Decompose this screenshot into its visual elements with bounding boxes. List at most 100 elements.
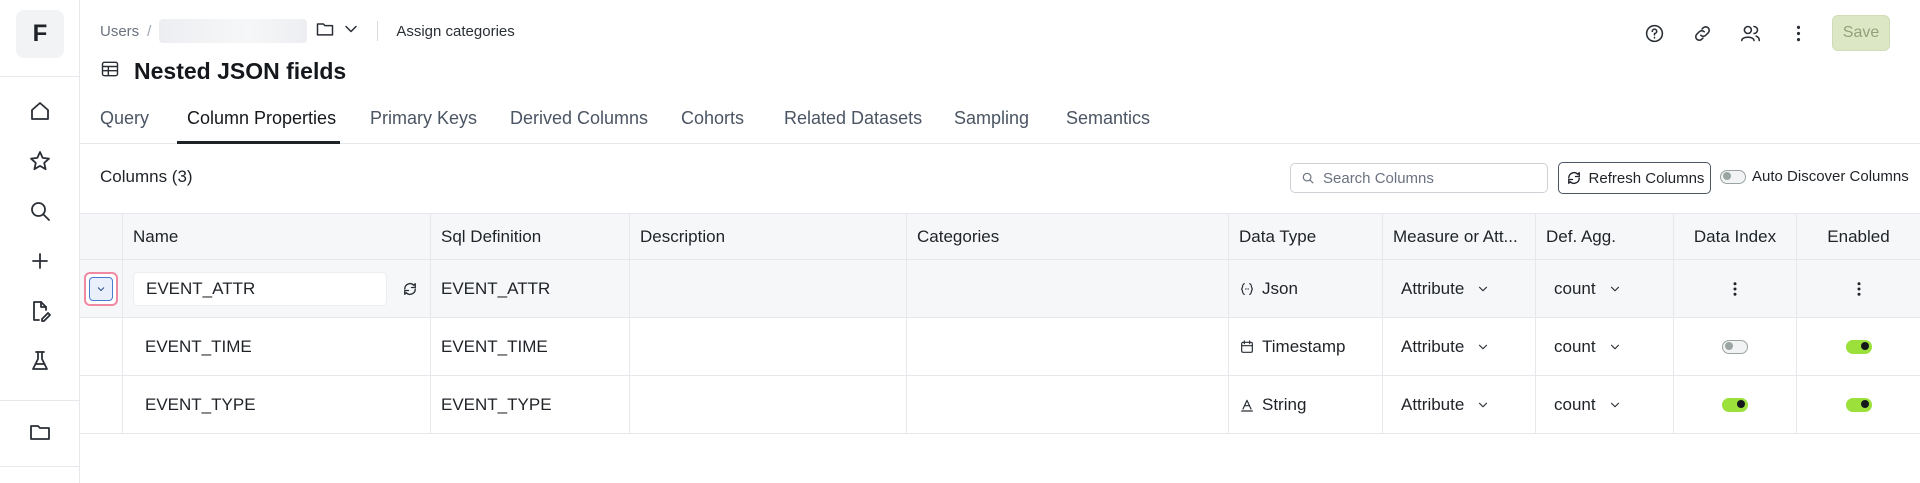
breadcrumb-separator: / [147,22,152,40]
chevron-down-icon [1610,402,1619,407]
categories-cell[interactable] [907,376,1229,433]
measure-cell: Attribute [1383,260,1536,317]
name-cell: EVENT_TYPE [123,376,431,433]
header-data-type[interactable]: Data Type [1229,214,1383,259]
star-icon[interactable] [24,145,56,177]
data-type-label: String [1262,394,1307,414]
expand-cell [80,260,123,317]
search-columns-input[interactable] [1323,169,1543,187]
breadcrumb-redacted-dataset [159,19,308,43]
description-cell[interactable] [630,376,907,433]
lab-flask-icon[interactable] [24,345,56,377]
search-icon [1302,172,1314,184]
folder-icon[interactable] [24,416,56,448]
column-name[interactable]: EVENT_TIME [133,337,252,357]
tab-related-datasets[interactable]: Related Datasets [784,104,922,144]
file-edit-icon[interactable] [24,295,56,327]
search-columns-box[interactable] [1290,163,1548,193]
header-measure-or-attribute[interactable]: Measure or Att... [1383,214,1536,259]
app-logo[interactable]: F [16,10,64,58]
expand-cell [80,376,123,433]
sidebar: F [0,0,80,483]
measure-value: Attribute [1401,336,1465,356]
header-enabled[interactable]: Enabled [1797,214,1920,259]
refresh-columns-label: Refresh Columns [1588,169,1705,187]
columns-count: Columns (3) [100,167,193,186]
description-cell[interactable] [630,260,907,317]
table-row: EVENT_TYPE EVENT_TYPE String Attribute c… [80,376,1920,434]
data-index-cell [1674,376,1797,433]
tab-sampling[interactable]: Sampling [954,104,1029,144]
help-icon[interactable] [1640,19,1668,47]
save-button[interactable]: Save [1832,15,1890,51]
refresh-columns-button[interactable]: Refresh Columns [1558,162,1711,194]
aggregation-dropdown[interactable]: count [1546,337,1622,357]
expand-row-button[interactable] [84,271,118,306]
data-type-cell: String [1229,376,1383,433]
table-icon [100,59,120,84]
breadcrumb-users-link[interactable]: Users [100,23,139,40]
sync-icon[interactable] [401,280,419,298]
aggregation-cell: count [1536,376,1674,433]
header-categories[interactable]: Categories [907,214,1229,259]
active-tab-indicator [177,141,340,144]
breadcrumb: Users / Assign categories [100,19,515,43]
chevron-down-icon [1610,286,1619,291]
enabled-toggle[interactable] [1845,397,1872,412]
enabled-cell [1797,318,1920,375]
header-description[interactable]: Description [630,214,907,259]
assign-categories-link[interactable]: Assign categories [396,23,514,40]
data-index-toggle[interactable] [1722,397,1748,412]
more-vertical-icon[interactable] [1784,19,1812,47]
data-type-label: Json [1262,278,1298,298]
page-title-row: Nested JSON fields [100,56,346,86]
chevron-down-icon [1479,286,1488,291]
plus-icon[interactable] [24,245,56,277]
table-row: EVENT_ATTR Json Attribute count [80,260,1920,318]
header-actions: Save [1640,15,1890,51]
categories-cell[interactable] [907,260,1229,317]
more-vertical-icon[interactable] [1850,280,1868,298]
description-cell[interactable] [630,318,907,375]
auto-discover-columns: Auto Discover Columns [1720,168,1909,185]
home-icon[interactable] [24,95,56,127]
chevron-down-icon[interactable] [341,19,361,43]
enabled-cell [1797,260,1920,317]
tab-query[interactable]: Query [100,104,149,144]
chevron-down-icon [97,286,105,291]
tab-primary-keys[interactable]: Primary Keys [370,104,477,144]
link-icon[interactable] [1688,19,1716,47]
data-type-label: Timestamp [1262,336,1346,356]
search-icon[interactable] [24,195,56,227]
column-name-input[interactable] [133,271,387,306]
sql-definition-cell[interactable]: EVENT_TIME [431,318,630,375]
json-icon [1239,281,1255,297]
tab-column-properties[interactable]: Column Properties [187,104,336,144]
sql-definition-cell[interactable]: EVENT_ATTR [431,260,630,317]
folder-icon[interactable] [315,19,335,43]
users-icon[interactable] [1736,19,1764,47]
more-vertical-icon[interactable] [1726,280,1744,298]
header-sql-definition[interactable]: Sql Definition [431,214,630,259]
sql-definition-cell[interactable]: EVENT_TYPE [431,376,630,433]
measure-dropdown[interactable]: Attribute [1393,279,1490,299]
tab-semantics[interactable]: Semantics [1066,104,1150,144]
tab-derived-columns[interactable]: Derived Columns [510,104,648,144]
aggregation-dropdown[interactable]: count [1546,279,1622,299]
header-data-index[interactable]: Data Index [1674,214,1797,259]
data-index-toggle[interactable] [1722,339,1748,354]
header-name[interactable]: Name [123,214,431,259]
data-type-cell: Timestamp [1229,318,1383,375]
column-name[interactable]: EVENT_TYPE [133,395,256,415]
measure-dropdown[interactable]: Attribute [1393,337,1490,357]
tab-cohorts[interactable]: Cohorts [681,104,744,144]
categories-cell[interactable] [907,318,1229,375]
header-default-aggregation[interactable]: Def. Agg. [1536,214,1674,259]
data-type-cell: Json [1229,260,1383,317]
enabled-toggle[interactable] [1845,339,1872,354]
aggregation-dropdown[interactable]: count [1546,395,1622,415]
auto-discover-toggle[interactable] [1720,169,1746,184]
chevron-down-icon [1479,402,1488,407]
measure-dropdown[interactable]: Attribute [1393,395,1490,415]
string-icon [1239,397,1255,413]
